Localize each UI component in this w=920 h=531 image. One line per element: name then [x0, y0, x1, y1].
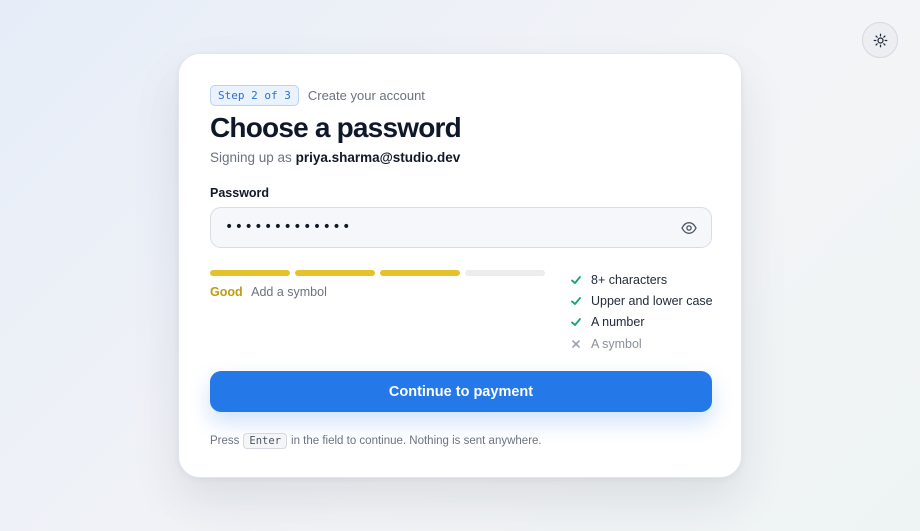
requirement-item: A symbol	[570, 333, 713, 354]
step-badge: Step 2 of 3	[210, 85, 299, 106]
strength-segment	[465, 270, 545, 276]
signup-email: priya.sharma@studio.dev	[295, 150, 461, 165]
requirement-mark	[570, 316, 582, 328]
check-icon	[571, 318, 581, 327]
strength-segment	[380, 270, 460, 276]
requirement-label: 8+ characters	[591, 272, 668, 287]
password-label: Password	[210, 186, 270, 200]
strength-meter	[210, 270, 545, 276]
requirement-label: A symbol	[591, 336, 642, 351]
signup-card: Step 2 of 3 Create your account Choose a…	[178, 53, 742, 478]
password-value: •••••••••••••	[225, 219, 352, 235]
cross-icon	[572, 339, 580, 348]
requirement-mark	[570, 274, 582, 286]
strength-hint: Add a symbol	[251, 285, 327, 299]
signup-prefix: Signing up as	[210, 150, 292, 165]
requirement-mark	[570, 338, 582, 350]
strength-level: Good	[210, 285, 243, 299]
step-description: Create your account	[307, 88, 425, 103]
show-password-toggle[interactable]	[681, 221, 697, 235]
strength-segment	[210, 270, 290, 276]
strength-segment	[295, 270, 375, 276]
requirement-label: Upper and lower case	[591, 293, 713, 308]
requirement-item: A number	[570, 312, 713, 333]
requirement-mark	[570, 295, 582, 307]
requirement-label: A number	[591, 315, 645, 330]
check-icon	[571, 275, 581, 284]
footer-suffix: in the field to continue. Nothing is sen…	[291, 435, 542, 447]
requirements-list: 8+ characters Upper and lower case A num…	[570, 269, 713, 354]
theme-toggle-button[interactable]	[862, 22, 898, 58]
enter-key-hint: Enter	[243, 433, 288, 449]
page-title: Choose a password	[210, 112, 462, 143]
requirement-item: 8+ characters	[570, 269, 713, 290]
sun-icon	[873, 33, 887, 47]
continue-button[interactable]: Continue to payment	[210, 371, 712, 412]
check-icon	[571, 297, 581, 305]
password-input[interactable]: •••••••••••••	[210, 207, 712, 248]
requirement-item: Upper and lower case	[570, 290, 713, 311]
eye-icon	[681, 222, 697, 234]
signup-info: Signing up as priya.sharma@studio.dev	[210, 150, 460, 165]
footer-hint: Press Enter in the field to continue. No…	[210, 433, 542, 449]
step-indicator: Step 2 of 3 Create your account	[210, 85, 425, 106]
strength-status: Good Add a symbol	[210, 285, 327, 299]
footer-prefix: Press	[210, 435, 240, 447]
